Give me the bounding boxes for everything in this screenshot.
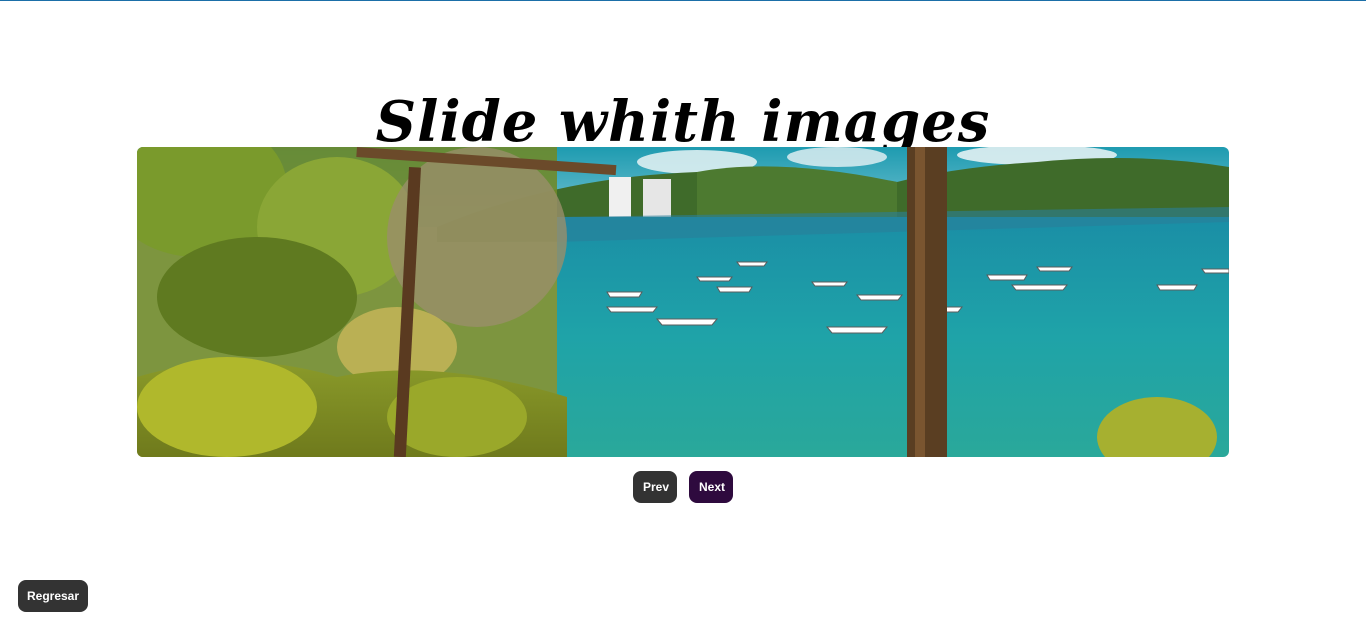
prev-button[interactable]: Prev xyxy=(633,471,677,503)
top-border xyxy=(0,0,1366,1)
image-slider xyxy=(137,147,1229,457)
slider-controls: Prev Next xyxy=(0,471,1366,503)
back-button[interactable]: Regresar xyxy=(18,580,88,612)
next-button[interactable]: Next xyxy=(689,471,733,503)
slide-image xyxy=(137,147,1229,457)
